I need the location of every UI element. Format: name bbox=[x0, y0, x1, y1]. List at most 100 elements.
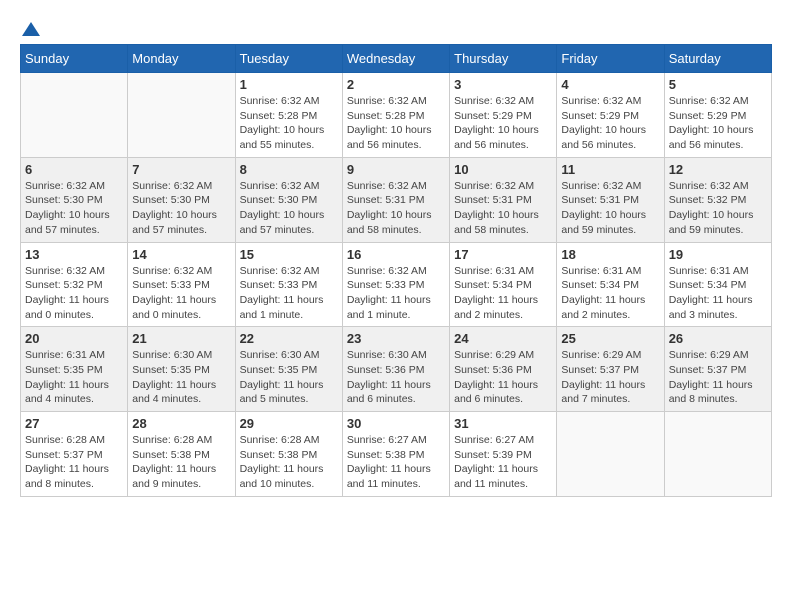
day-info: Sunrise: 6:32 AMSunset: 5:29 PMDaylight:… bbox=[561, 94, 659, 153]
day-number: 24 bbox=[454, 331, 552, 346]
day-number: 12 bbox=[669, 162, 767, 177]
calendar-day-cell: 31 Sunrise: 6:27 AMSunset: 5:39 PMDayligh… bbox=[450, 412, 557, 497]
day-number: 9 bbox=[347, 162, 445, 177]
day-number: 14 bbox=[132, 247, 230, 262]
day-info: Sunrise: 6:28 AMSunset: 5:38 PMDaylight:… bbox=[240, 433, 338, 492]
calendar-day-cell: 5Sunrise: 6:32 AMSunset: 5:29 PMDaylight… bbox=[664, 73, 771, 158]
calendar-day-cell bbox=[664, 412, 771, 497]
day-number: 16 bbox=[347, 247, 445, 262]
calendar-header-sunday: Sunday bbox=[21, 45, 128, 73]
calendar-table: SundayMondayTuesdayWednesdayThursdayFrid… bbox=[20, 44, 772, 497]
calendar-day-cell: 13 Sunrise: 6:32 AMSunset: 5:32 PMDayligh… bbox=[21, 242, 128, 327]
day-info: Sunrise: 6:32 AMSunset: 5:28 PMDaylight:… bbox=[240, 94, 338, 153]
day-info: Sunrise: 6:32 AMSunset: 5:33 PMDaylight:… bbox=[240, 264, 338, 323]
day-info: Sunrise: 6:32 AMSunset: 5:33 PMDaylight:… bbox=[347, 264, 445, 323]
day-info: Sunrise: 6:27 AMSunset: 5:39 PMDaylight:… bbox=[454, 433, 552, 492]
calendar-day-cell: 28 Sunrise: 6:28 AMSunset: 5:38 PMDayligh… bbox=[128, 412, 235, 497]
day-info: Sunrise: 6:30 AMSunset: 5:35 PMDaylight:… bbox=[240, 348, 338, 407]
day-number: 25 bbox=[561, 331, 659, 346]
calendar-day-cell: 27 Sunrise: 6:28 AMSunset: 5:37 PMDayligh… bbox=[21, 412, 128, 497]
day-number: 19 bbox=[669, 247, 767, 262]
calendar-day-cell bbox=[128, 73, 235, 158]
day-info: Sunrise: 6:32 AMSunset: 5:32 PMDaylight:… bbox=[669, 179, 767, 238]
day-number: 8 bbox=[240, 162, 338, 177]
calendar-week-row: 27 Sunrise: 6:28 AMSunset: 5:37 PMDayligh… bbox=[21, 412, 772, 497]
day-info: Sunrise: 6:32 AMSunset: 5:30 PMDaylight:… bbox=[240, 179, 338, 238]
day-info: Sunrise: 6:29 AMSunset: 5:37 PMDaylight:… bbox=[561, 348, 659, 407]
day-info: Sunrise: 6:32 AMSunset: 5:29 PMDaylight:… bbox=[454, 94, 552, 153]
calendar-day-cell: 19 Sunrise: 6:31 AMSunset: 5:34 PMDayligh… bbox=[664, 242, 771, 327]
calendar-day-cell: 23Sunrise: 6:30 AMSunset: 5:36 PMDayligh… bbox=[342, 327, 449, 412]
day-info: Sunrise: 6:27 AMSunset: 5:38 PMDaylight:… bbox=[347, 433, 445, 492]
day-number: 4 bbox=[561, 77, 659, 92]
day-number: 7 bbox=[132, 162, 230, 177]
day-number: 1 bbox=[240, 77, 338, 92]
calendar-day-cell: 17Sunrise: 6:31 AMSunset: 5:34 PMDayligh… bbox=[450, 242, 557, 327]
calendar-header-monday: Monday bbox=[128, 45, 235, 73]
calendar-day-cell: 22Sunrise: 6:30 AMSunset: 5:35 PMDayligh… bbox=[235, 327, 342, 412]
calendar-day-cell: 14 Sunrise: 6:32 AMSunset: 5:33 PMDayligh… bbox=[128, 242, 235, 327]
day-info: Sunrise: 6:31 AMSunset: 5:35 PMDaylight:… bbox=[25, 348, 123, 407]
day-number: 28 bbox=[132, 416, 230, 431]
day-info: Sunrise: 6:32 AMSunset: 5:31 PMDaylight:… bbox=[347, 179, 445, 238]
calendar-day-cell: 1 Sunrise: 6:32 AMSunset: 5:28 PMDaylight… bbox=[235, 73, 342, 158]
calendar-header-thursday: Thursday bbox=[450, 45, 557, 73]
day-info: Sunrise: 6:31 AMSunset: 5:34 PMDaylight:… bbox=[561, 264, 659, 323]
day-number: 27 bbox=[25, 416, 123, 431]
day-info: Sunrise: 6:28 AMSunset: 5:37 PMDaylight:… bbox=[25, 433, 123, 492]
day-number: 17 bbox=[454, 247, 552, 262]
calendar-day-cell: 8 Sunrise: 6:32 AMSunset: 5:30 PMDaylight… bbox=[235, 157, 342, 242]
day-info: Sunrise: 6:32 AMSunset: 5:31 PMDaylight:… bbox=[454, 179, 552, 238]
calendar-week-row: 20 Sunrise: 6:31 AMSunset: 5:35 PMDayligh… bbox=[21, 327, 772, 412]
day-info: Sunrise: 6:32 AMSunset: 5:32 PMDaylight:… bbox=[25, 264, 123, 323]
day-info: Sunrise: 6:32 AMSunset: 5:30 PMDaylight:… bbox=[25, 179, 123, 238]
day-number: 20 bbox=[25, 331, 123, 346]
calendar-day-cell: 15Sunrise: 6:32 AMSunset: 5:33 PMDayligh… bbox=[235, 242, 342, 327]
calendar-header-tuesday: Tuesday bbox=[235, 45, 342, 73]
day-number: 2 bbox=[347, 77, 445, 92]
day-number: 29 bbox=[240, 416, 338, 431]
calendar-week-row: 13 Sunrise: 6:32 AMSunset: 5:32 PMDayligh… bbox=[21, 242, 772, 327]
calendar-day-cell: 20 Sunrise: 6:31 AMSunset: 5:35 PMDayligh… bbox=[21, 327, 128, 412]
calendar-day-cell: 9 Sunrise: 6:32 AMSunset: 5:31 PMDaylight… bbox=[342, 157, 449, 242]
calendar-day-cell: 3 Sunrise: 6:32 AMSunset: 5:29 PMDaylight… bbox=[450, 73, 557, 158]
day-number: 13 bbox=[25, 247, 123, 262]
day-info: Sunrise: 6:30 AMSunset: 5:35 PMDaylight:… bbox=[132, 348, 230, 407]
day-info: Sunrise: 6:31 AMSunset: 5:34 PMDaylight:… bbox=[669, 264, 767, 323]
calendar-day-cell: 12 Sunrise: 6:32 AMSunset: 5:32 PMDayligh… bbox=[664, 157, 771, 242]
calendar-day-cell: 4 Sunrise: 6:32 AMSunset: 5:29 PMDaylight… bbox=[557, 73, 664, 158]
day-info: Sunrise: 6:32 AMSunset: 5:29 PMDaylight:… bbox=[669, 94, 767, 153]
calendar-day-cell: 6 Sunrise: 6:32 AMSunset: 5:30 PMDaylight… bbox=[21, 157, 128, 242]
day-info: Sunrise: 6:32 AMSunset: 5:28 PMDaylight:… bbox=[347, 94, 445, 153]
calendar-day-cell bbox=[21, 73, 128, 158]
calendar-day-cell: 25 Sunrise: 6:29 AMSunset: 5:37 PMDayligh… bbox=[557, 327, 664, 412]
calendar-day-cell: 16 Sunrise: 6:32 AMSunset: 5:33 PMDayligh… bbox=[342, 242, 449, 327]
calendar-day-cell: 7 Sunrise: 6:32 AMSunset: 5:30 PMDaylight… bbox=[128, 157, 235, 242]
day-info: Sunrise: 6:32 AMSunset: 5:33 PMDaylight:… bbox=[132, 264, 230, 323]
day-info: Sunrise: 6:30 AMSunset: 5:36 PMDaylight:… bbox=[347, 348, 445, 407]
calendar-week-row: 6 Sunrise: 6:32 AMSunset: 5:30 PMDaylight… bbox=[21, 157, 772, 242]
day-info: Sunrise: 6:32 AMSunset: 5:30 PMDaylight:… bbox=[132, 179, 230, 238]
calendar-header-row: SundayMondayTuesdayWednesdayThursdayFrid… bbox=[21, 45, 772, 73]
calendar-header-saturday: Saturday bbox=[664, 45, 771, 73]
day-info: Sunrise: 6:28 AMSunset: 5:38 PMDaylight:… bbox=[132, 433, 230, 492]
calendar-header-wednesday: Wednesday bbox=[342, 45, 449, 73]
day-number: 31 bbox=[454, 416, 552, 431]
calendar-day-cell: 29 Sunrise: 6:28 AMSunset: 5:38 PMDayligh… bbox=[235, 412, 342, 497]
calendar-day-cell: 21Sunrise: 6:30 AMSunset: 5:35 PMDayligh… bbox=[128, 327, 235, 412]
day-number: 6 bbox=[25, 162, 123, 177]
calendar-header-friday: Friday bbox=[557, 45, 664, 73]
day-number: 26 bbox=[669, 331, 767, 346]
day-number: 3 bbox=[454, 77, 552, 92]
calendar-day-cell: 10 Sunrise: 6:32 AMSunset: 5:31 PMDayligh… bbox=[450, 157, 557, 242]
calendar-day-cell: 26 Sunrise: 6:29 AMSunset: 5:37 PMDayligh… bbox=[664, 327, 771, 412]
calendar-day-cell bbox=[557, 412, 664, 497]
day-info: Sunrise: 6:29 AMSunset: 5:37 PMDaylight:… bbox=[669, 348, 767, 407]
logo bbox=[20, 20, 42, 34]
calendar-day-cell: 11Sunrise: 6:32 AMSunset: 5:31 PMDayligh… bbox=[557, 157, 664, 242]
day-number: 30 bbox=[347, 416, 445, 431]
calendar-day-cell: 24Sunrise: 6:29 AMSunset: 5:36 PMDayligh… bbox=[450, 327, 557, 412]
day-number: 18 bbox=[561, 247, 659, 262]
day-number: 10 bbox=[454, 162, 552, 177]
day-info: Sunrise: 6:32 AMSunset: 5:31 PMDaylight:… bbox=[561, 179, 659, 238]
